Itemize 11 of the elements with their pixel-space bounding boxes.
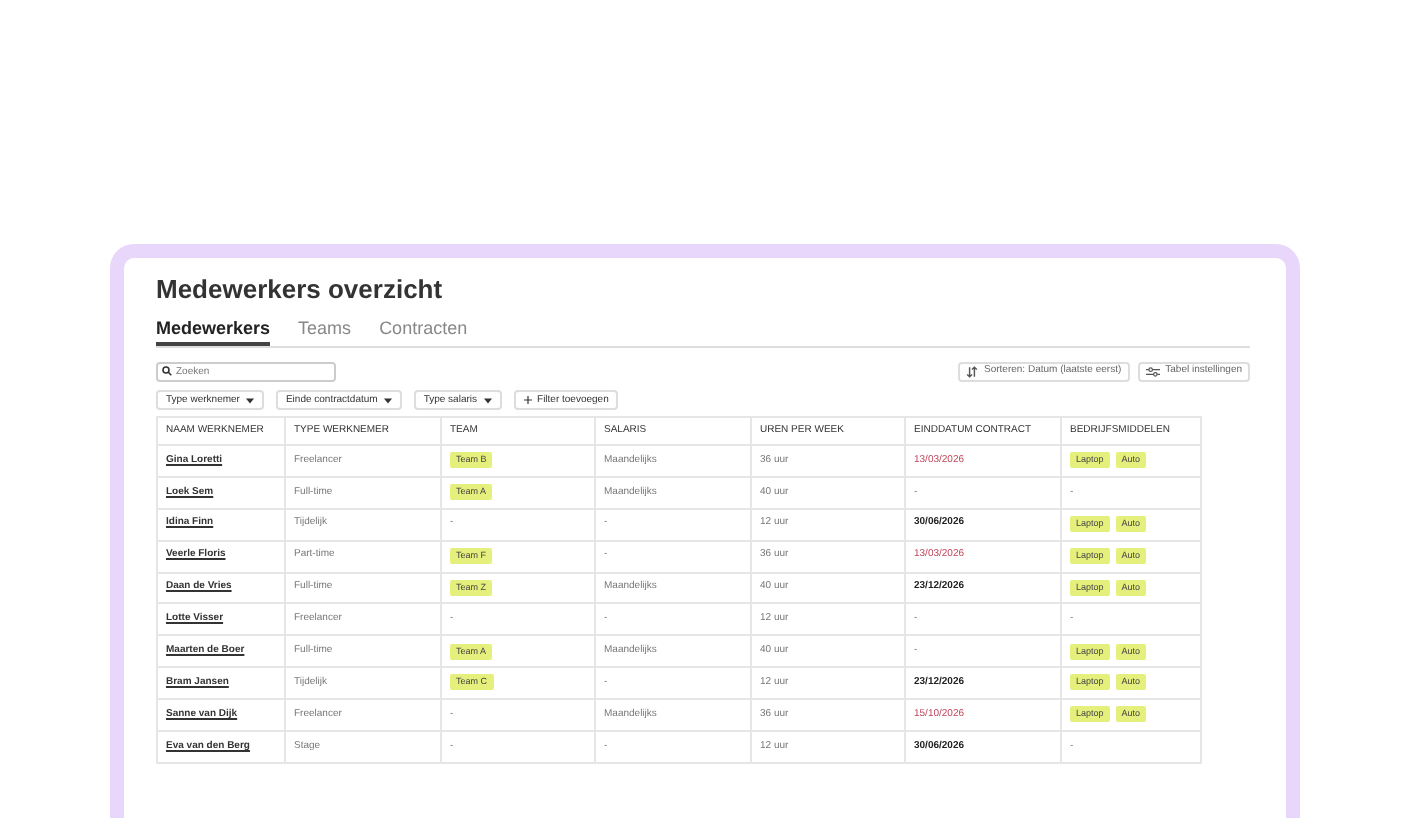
tab[interactable]: Contracten (379, 318, 468, 346)
caret-icon (383, 397, 392, 403)
sort-icon (966, 365, 978, 377)
caret-icon (245, 397, 254, 403)
plus-icon (523, 396, 532, 404)
tab[interactable]: Teams (298, 318, 352, 346)
tab[interactable]: Medewerkers (156, 318, 271, 346)
page-title: Medewerkers overzicht (156, 274, 445, 306)
search-icon (162, 366, 172, 376)
caret-icon (483, 397, 492, 403)
sliders-icon (1145, 365, 1160, 377)
